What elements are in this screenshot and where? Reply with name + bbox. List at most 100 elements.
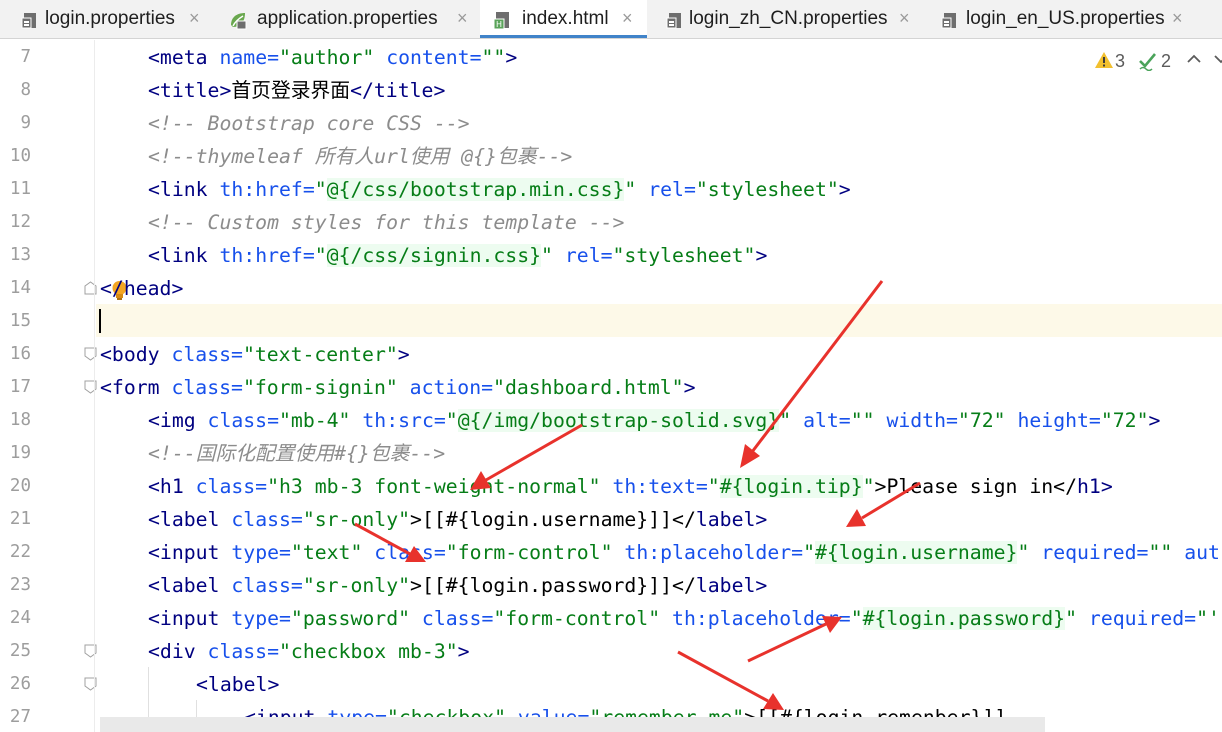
line-number: 19 (9, 443, 31, 463)
tab-application-properties[interactable]: application.properties × (222, 0, 480, 38)
line-number: 14 (9, 278, 31, 298)
code-attr: type= (231, 541, 291, 564)
code-attr: aut (1172, 541, 1220, 564)
code-string: " (445, 409, 458, 432)
code-string: " (707, 475, 720, 498)
code-string: "form-control" (445, 541, 613, 564)
code-line: <title>首页登录界面</title> (148, 74, 445, 107)
fold-start-icon[interactable] (84, 644, 97, 658)
warning-count[interactable]: 3 (1115, 50, 1125, 72)
line-number: 24 (9, 608, 31, 628)
code-string: "text-center" (242, 343, 398, 366)
code-attr: rel= (636, 178, 696, 201)
code-text: 首页登录界面 (231, 79, 351, 102)
code-attr: class= (171, 343, 243, 366)
code-attr: th:placeholder= (612, 541, 804, 564)
code-tag: <title> (148, 79, 232, 102)
code-string: "author" (279, 46, 375, 69)
code-string: "sr-only" (302, 574, 411, 597)
line-number: 25 (9, 641, 31, 661)
code-attr: action= (397, 376, 494, 399)
code-attr: class= (231, 508, 303, 531)
close-icon[interactable]: × (622, 7, 633, 29)
properties-file-icon (666, 13, 681, 29)
code-line: <body class="text-center"> (100, 338, 410, 371)
code-expression: #{login.password} (862, 607, 1066, 630)
code-attr: class= (231, 574, 303, 597)
tab-index-html[interactable]: H index.html × (480, 0, 647, 38)
typo-check-icon[interactable] (1138, 51, 1160, 71)
code-line: <input type="password" class="form-contr… (148, 602, 1220, 635)
line-number: 18 (9, 410, 31, 430)
line-number: 26 (9, 674, 31, 694)
code-text: >Please sign in</ (874, 475, 1077, 498)
code-tag: > (755, 244, 768, 267)
fold-start-icon[interactable] (84, 677, 97, 691)
close-icon[interactable]: × (189, 7, 200, 29)
tab-label: login_en_US.properties (966, 8, 1165, 29)
close-icon[interactable]: × (899, 7, 910, 29)
warning-icon[interactable] (1094, 51, 1114, 69)
code-string: "form-control" (493, 607, 661, 630)
code-tag: label (695, 508, 756, 531)
chevron-up-icon[interactable] (1187, 54, 1201, 64)
chevron-down-icon[interactable] (1214, 54, 1222, 64)
properties-file-icon (941, 13, 956, 29)
tab-login-en-us-properties[interactable]: login_en_US.properties × (926, 0, 1222, 38)
line-number: 7 (20, 47, 31, 67)
code-string: " (314, 244, 327, 267)
code-string: "checkbox mb-3" (279, 640, 458, 663)
code-tag: <input (148, 607, 232, 630)
line-number: 27 (9, 707, 31, 727)
code-string: " (1065, 607, 1077, 630)
tab-login-zh-cn-properties[interactable]: login_zh_CN.properties × (647, 0, 926, 38)
fold-start-icon[interactable] (84, 347, 97, 361)
code-string: " (850, 607, 863, 630)
close-icon[interactable]: × (1172, 7, 1183, 29)
code-tag: > (171, 277, 184, 300)
code-string: "' (1196, 607, 1220, 630)
code-editor[interactable]: 7 8 9 10 11 12 13 14 15 16 17 18 19 20 2… (0, 40, 1222, 732)
tab-label: login.properties (45, 8, 175, 29)
code-tag: > (755, 574, 768, 597)
code-attr: rel= (552, 244, 613, 267)
line-number: 20 (9, 476, 31, 496)
code-string: "text" (290, 541, 363, 564)
code-string: "stylesheet" (612, 244, 756, 267)
line-number: 17 (9, 377, 31, 397)
code-comment: <!-- Bootstrap core CSS --> (148, 112, 470, 135)
horizontal-scrollbar[interactable] (100, 717, 1045, 732)
code-tag: > (755, 508, 768, 531)
code-tag: <link (148, 244, 220, 267)
fold-end-icon[interactable] (84, 281, 97, 295)
close-icon[interactable]: × (457, 7, 468, 29)
line-number-gutter: 7 8 9 10 11 12 13 14 15 16 17 18 19 20 2… (0, 40, 97, 732)
svg-text:H: H (496, 20, 502, 29)
line-number: 9 (20, 113, 31, 133)
code-attr: class= (207, 409, 280, 432)
typo-count[interactable]: 2 (1161, 50, 1171, 72)
code-string: "h3 mb-3 font-weight-normal" (267, 475, 601, 498)
code-expression: @{/css/bootstrap.min.css} (326, 178, 625, 201)
code-string: " (1017, 541, 1030, 564)
code-tag: <input (148, 541, 232, 564)
code-attr: height= (1005, 409, 1101, 432)
editor-tab-bar: login.properties × application.propertie… (0, 0, 1222, 39)
code-attr: th:text= (600, 475, 708, 498)
code-tag: > (683, 376, 696, 399)
code-tag: > (838, 178, 851, 201)
code-string: " (779, 409, 792, 432)
properties-file-icon (21, 13, 36, 29)
code-expression: #{login.username} (814, 541, 1018, 564)
tab-login-properties[interactable]: login.properties × (0, 0, 222, 38)
code-tag: <link (148, 178, 220, 201)
code-string: "" (850, 409, 875, 432)
line-number: 15 (9, 311, 31, 331)
fold-start-icon[interactable] (84, 380, 97, 394)
code-string: " (862, 475, 875, 498)
code-string: "dashboard.html" (493, 376, 684, 399)
code-string: " (314, 178, 327, 201)
code-tag: <img (148, 409, 208, 432)
code-tag: <h1 (148, 475, 196, 498)
code-tag: > (457, 640, 470, 663)
